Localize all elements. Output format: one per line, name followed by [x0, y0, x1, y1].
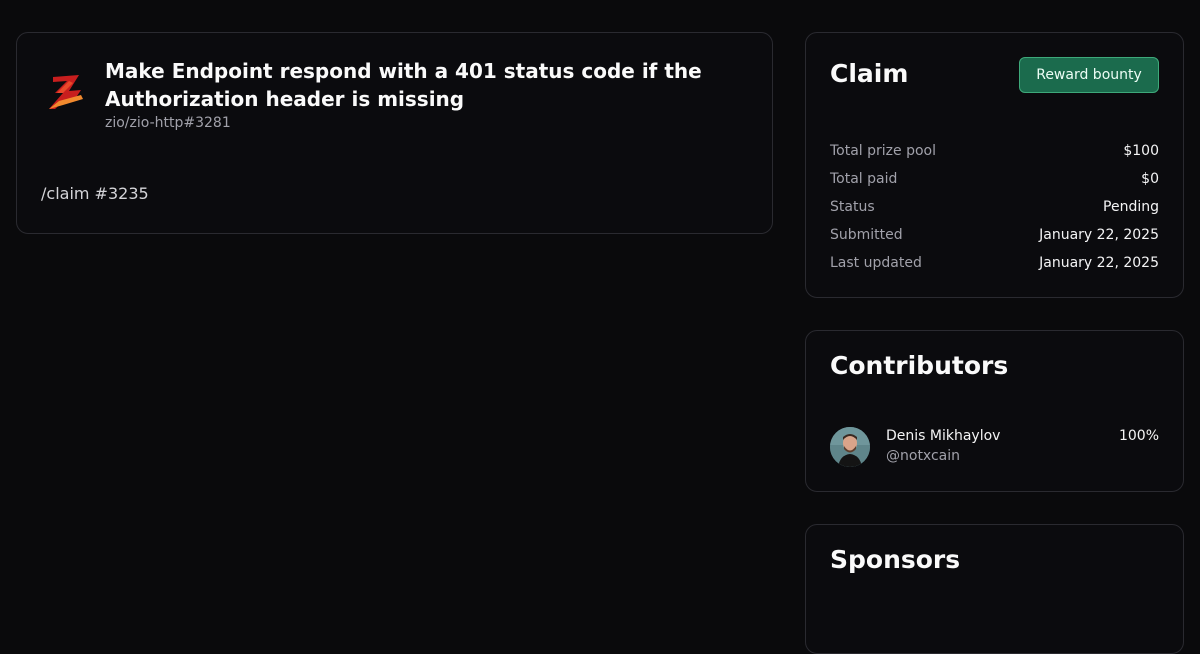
- claim-row-total-prize-pool: Total prize pool $100: [830, 141, 1159, 161]
- claim-row-value: $100: [1123, 143, 1159, 159]
- issue-ref-link[interactable]: zio/zio-http#3281: [105, 115, 231, 131]
- contributors-title: Contributors: [830, 351, 1009, 380]
- claim-row-label: Submitted: [830, 227, 903, 243]
- claim-comment-text: /claim #3235: [41, 184, 149, 203]
- sponsors-card: Sponsors: [805, 524, 1184, 654]
- claim-row-label: Total prize pool: [830, 143, 936, 159]
- claim-row-submitted: Submitted January 22, 2025: [830, 225, 1159, 245]
- claim-title: Claim: [830, 59, 909, 88]
- contributors-card: Contributors Denis Mikhaylov @notxcain 1…: [805, 330, 1184, 492]
- claim-row-status: Status Pending: [830, 197, 1159, 217]
- issue-title[interactable]: Make Endpoint respond with a 401 status …: [105, 57, 745, 113]
- contributor-share: 100%: [1118, 428, 1159, 444]
- issue-card: Make Endpoint respond with a 401 status …: [16, 32, 773, 234]
- claim-row-label: Status: [830, 199, 875, 215]
- claim-row-value: $0: [1141, 171, 1159, 187]
- claim-row-total-paid: Total paid $0: [830, 169, 1159, 189]
- avatar[interactable]: [830, 427, 870, 467]
- claim-row-value: January 22, 2025: [1039, 227, 1159, 243]
- sponsors-title: Sponsors: [830, 545, 961, 574]
- contributor-handle[interactable]: @notxcain: [886, 448, 960, 464]
- zio-logo-icon: [45, 71, 89, 115]
- claim-card: Claim Reward bounty Total prize pool $10…: [805, 32, 1184, 298]
- claim-row-label: Total paid: [830, 171, 898, 187]
- claim-row-last-updated: Last updated January 22, 2025: [830, 253, 1159, 273]
- claim-row-label: Last updated: [830, 255, 922, 271]
- claim-row-value: Pending: [1103, 199, 1159, 215]
- contributor-name[interactable]: Denis Mikhaylov: [886, 428, 1000, 444]
- claim-row-value: January 22, 2025: [1039, 255, 1159, 271]
- reward-bounty-button[interactable]: Reward bounty: [1019, 57, 1159, 93]
